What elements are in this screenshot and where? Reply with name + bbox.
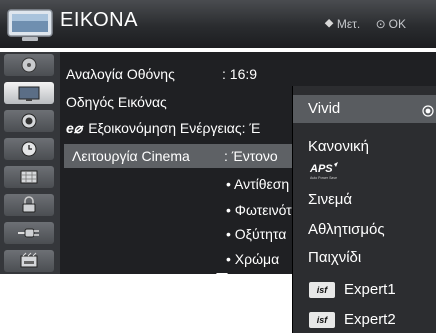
- isf-badge-icon: isf: [309, 282, 335, 298]
- hint-move-label: Μετ.: [336, 17, 361, 31]
- disc-icon: [21, 57, 37, 73]
- submenu-item-sharpness[interactable]: • Οξύτητα: [226, 226, 286, 242]
- menu-row-aspect-ratio[interactable]: Αναλογία Οθόνης : 16:9: [66, 62, 257, 86]
- settings-grid-icon: [20, 170, 38, 184]
- menu-row-picture-mode[interactable]: Λειτουργία Cinema : Έντονο: [64, 144, 308, 168]
- navigation-hint: ⯁ Μετ. ⊙ OK: [324, 17, 406, 32]
- sidebar-item-input[interactable]: [4, 222, 54, 244]
- tv-menu-screen: ΕΙΚΟΝΑ ⯁ Μετ. ⊙ OK Αναλογία Οθόνης: 16:…: [0, 0, 436, 333]
- sidebar-item-setup[interactable]: [4, 54, 54, 76]
- submenu-item-color[interactable]: • Χρώμα: [226, 251, 279, 267]
- menu-row-label: Αναλογία Οθόνης: [66, 66, 175, 82]
- option-label: Σινεμά: [308, 191, 353, 208]
- sidebar-item-lock[interactable]: [4, 194, 54, 216]
- menu-row-label: Οδηγός Εικόνας: [66, 94, 167, 110]
- dropdown-option-expert1[interactable]: isf Expert1: [293, 278, 436, 302]
- option-label: Αθλητισμός: [308, 221, 385, 238]
- submenu-item-brightness[interactable]: • Φωτεινότ: [226, 202, 292, 218]
- menu-row-label: Εξοικονόμηση Ενέργειας: Έ: [88, 120, 261, 136]
- submenu-item-contrast[interactable]: • Αντίθεση: [226, 176, 289, 192]
- menu-row-value: : 16:9: [222, 66, 258, 82]
- dropdown-option-expert2[interactable]: isf Expert2: [293, 308, 436, 332]
- dropdown-option-game[interactable]: Παιχνίδι: [293, 246, 436, 270]
- tv-picture-icon: [18, 86, 40, 101]
- tv-icon: [7, 9, 53, 41]
- selected-radio-icon: [422, 105, 434, 117]
- sidebar-item-usb[interactable]: [4, 250, 54, 272]
- input-plug-icon: [18, 228, 39, 238]
- dropdown-option-vivid[interactable]: Vivid: [293, 95, 436, 123]
- option-label: Expert1: [344, 281, 396, 298]
- menu-row-value: : Έντονο: [224, 148, 278, 164]
- menu-row-energy-saving[interactable]: e⌀ Εξοικονόμηση Ενέργειας: Έ: [66, 116, 260, 140]
- menu-header: ΕΙΚΟΝΑ ⯁ Μετ. ⊙ OK: [0, 0, 436, 48]
- category-sidebar: [0, 52, 60, 274]
- option-label: Κανονική: [308, 138, 370, 155]
- scroll-down-icon[interactable]: [215, 272, 229, 281]
- dropdown-option-cinema[interactable]: Σινεμά: [293, 188, 436, 212]
- lock-icon: [22, 196, 36, 213]
- option-label: Vivid: [308, 100, 341, 117]
- menu-row-picture-wizard[interactable]: Οδηγός Εικόνας: [66, 90, 167, 114]
- arrow-keys-icon: ⯁: [324, 17, 334, 31]
- dropdown-option-standard[interactable]: Κανονική: [293, 135, 436, 159]
- option-label: Παιχνίδι: [308, 249, 362, 266]
- usb-media-icon: [20, 252, 38, 268]
- hint-ok-label: OK: [388, 17, 406, 31]
- clock-icon: [21, 141, 37, 157]
- isf-badge-icon: isf: [309, 312, 335, 328]
- speaker-icon: [21, 113, 37, 129]
- aps-logo-text: APS: [309, 163, 333, 175]
- ok-button-icon: ⊙: [375, 17, 386, 31]
- picture-mode-dropdown: Vivid Κανονική APS Auto Power Save Σινεμ…: [292, 86, 436, 333]
- dropdown-option-sport[interactable]: Αθλητισμός: [293, 218, 436, 242]
- sidebar-item-option[interactable]: [4, 166, 54, 188]
- energy-saving-icon: e⌀: [66, 120, 83, 136]
- sidebar-item-audio[interactable]: [4, 110, 54, 132]
- page-title: ΕΙΚΟΝΑ: [60, 9, 138, 31]
- sidebar-item-picture[interactable]: [4, 82, 54, 104]
- option-label: Expert2: [344, 311, 396, 328]
- aps-logo-icon: APS Auto Power Save: [309, 162, 338, 180]
- menu-row-label: Λειτουργία Cinema: [72, 148, 190, 164]
- aps-logo-subtext: Auto Power Save: [310, 176, 337, 180]
- sidebar-item-time[interactable]: [4, 138, 54, 160]
